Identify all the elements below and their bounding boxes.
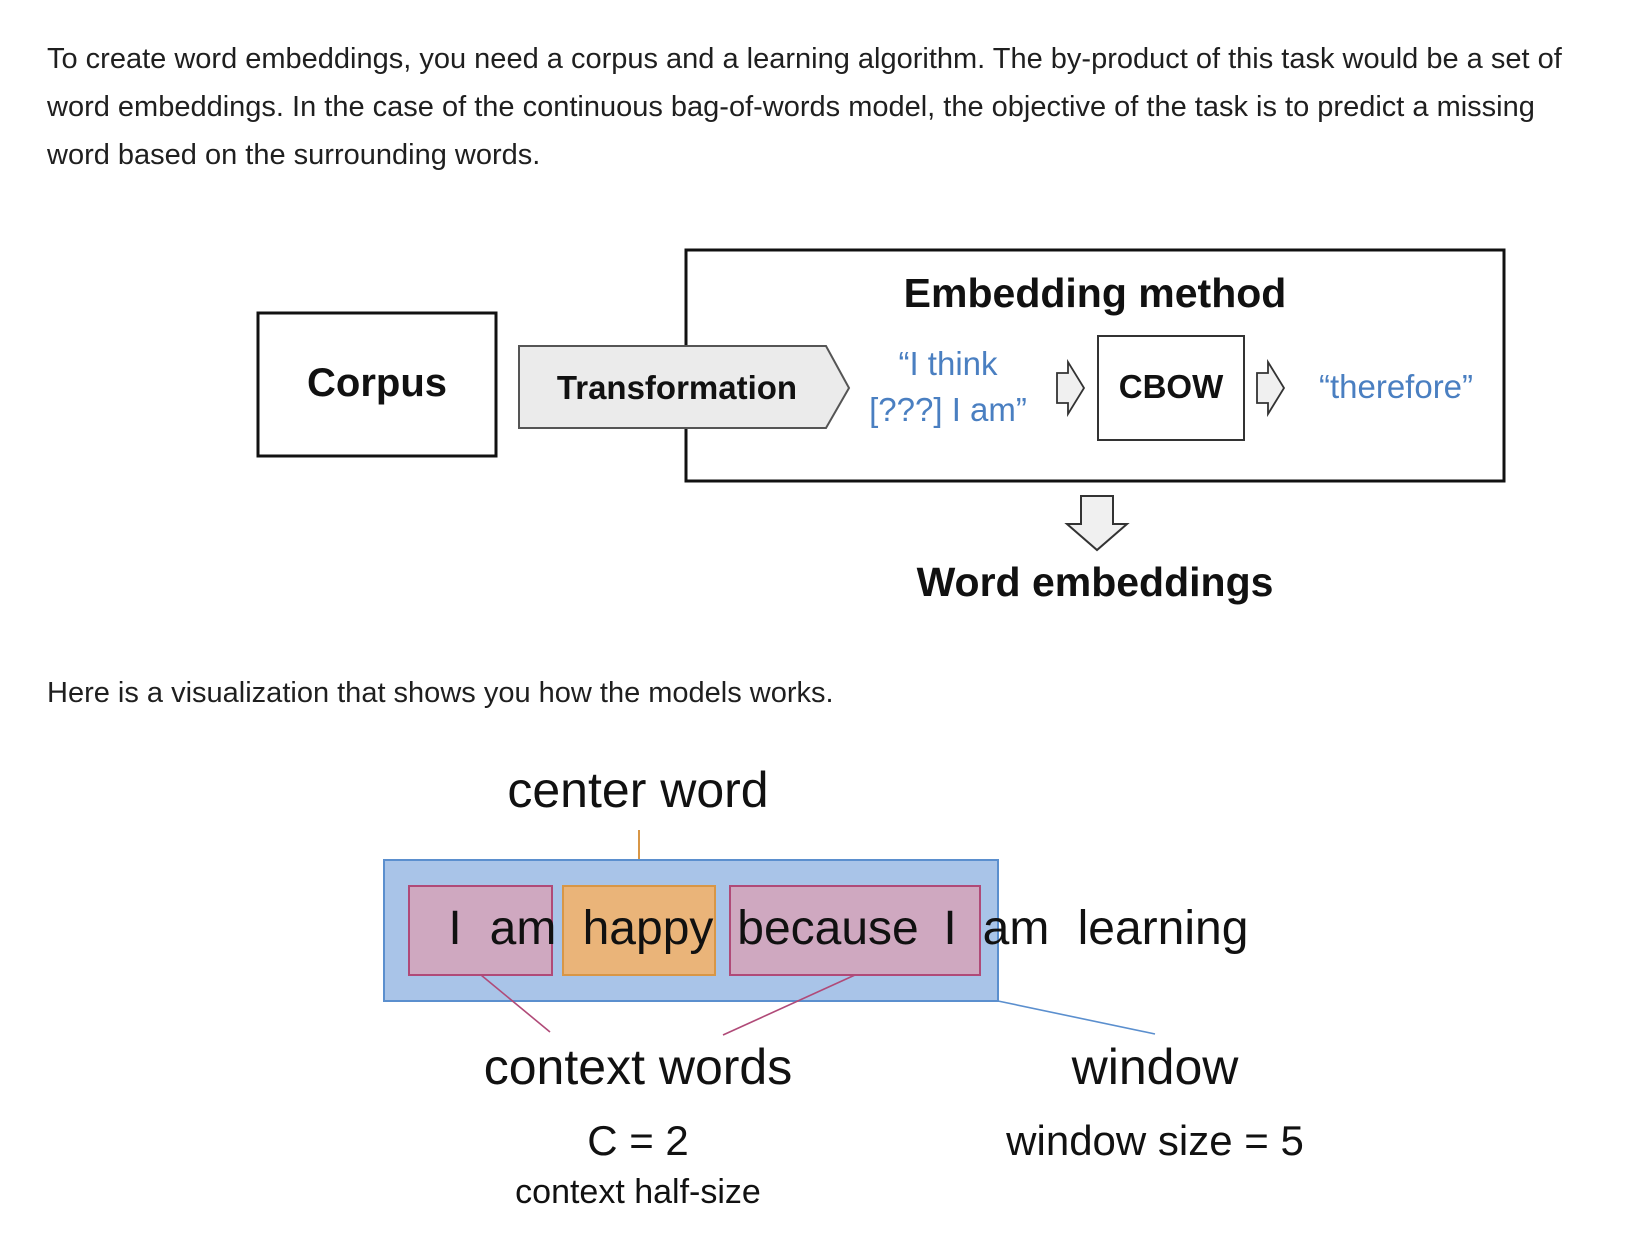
sentence-word: happy	[583, 902, 714, 955]
sentence-word: I	[943, 902, 956, 955]
sentence-word: because	[737, 902, 918, 955]
window-connector	[997, 1000, 1156, 1035]
sentence-word: am	[983, 902, 1050, 955]
center-word-caption: center word	[507, 762, 768, 818]
window-caption: window	[1071, 1039, 1240, 1095]
context-words-caption: context words	[484, 1039, 792, 1095]
sentence-word: I	[448, 902, 461, 955]
window-size-formula: window size = 5	[1005, 1117, 1304, 1164]
context-formula: C = 2	[587, 1117, 689, 1164]
cbow-window-diagram: center word I am happy because I am lear…	[383, 762, 1304, 1211]
sentence-word: am	[490, 902, 557, 955]
context-half-size-caption: context half-size	[515, 1173, 761, 1211]
sentence-word: learning	[1078, 902, 1249, 955]
